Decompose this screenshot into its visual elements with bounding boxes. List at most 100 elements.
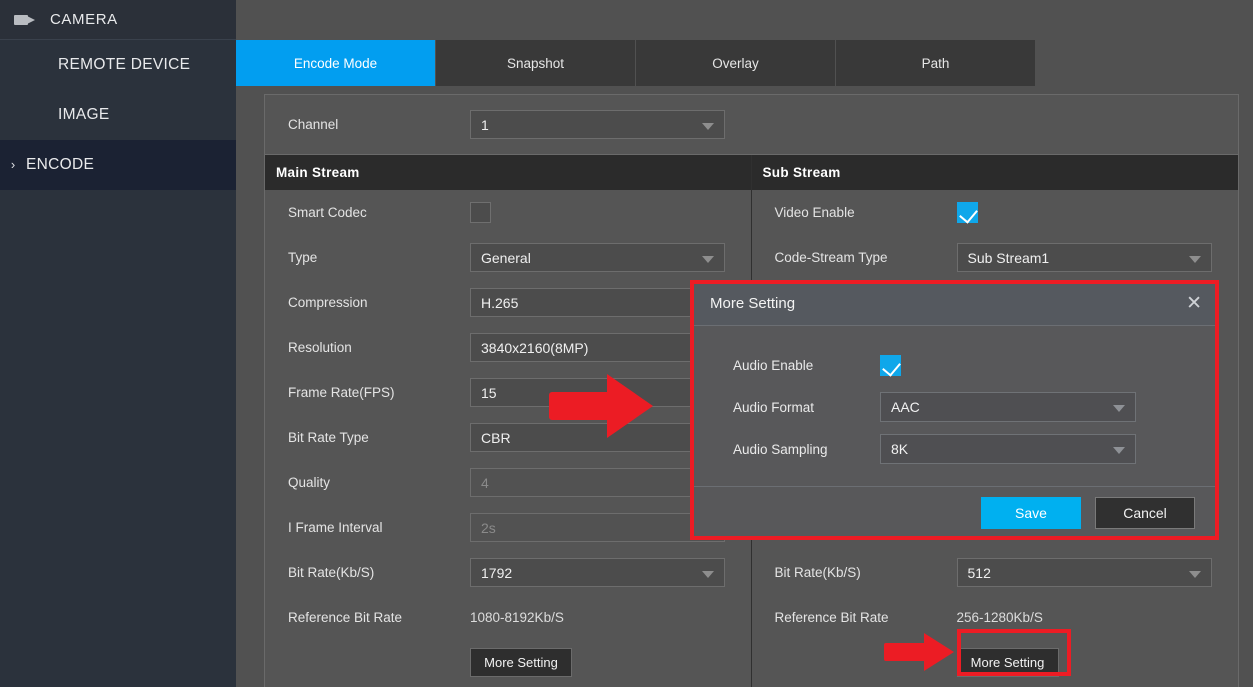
bit-rate-select[interactable]: 1792 xyxy=(470,558,725,587)
encode-settings-screen: CAMERA REMOTE DEVICE IMAGE › ENCODE Enco… xyxy=(0,0,1253,687)
sub-reference-bit-rate-value: 256-1280Kb/S xyxy=(956,609,1043,625)
bit-rate-label: Bit Rate(Kb/S) xyxy=(288,565,375,580)
sidebar-menu: REMOTE DEVICE IMAGE › ENCODE xyxy=(0,40,236,190)
quality-row: Quality 4 xyxy=(265,460,751,505)
main-more-setting-row: More Setting xyxy=(265,640,751,685)
sub-bit-rate-select[interactable]: 512 xyxy=(956,558,1212,587)
reference-bit-rate-label: Reference Bit Rate xyxy=(288,610,403,625)
button-label: More Setting xyxy=(484,655,558,670)
video-enable-checkbox[interactable] xyxy=(956,202,978,223)
tab-label: Snapshot xyxy=(506,55,565,71)
iframe-interval-label: I Frame Interval xyxy=(288,520,383,535)
tab-encode-mode[interactable]: Encode Mode xyxy=(236,40,436,86)
compression-select[interactable]: H.265 xyxy=(470,288,725,317)
bit-rate-value: 1792 xyxy=(481,564,513,581)
code-stream-type-select[interactable]: Sub Stream1 xyxy=(956,243,1212,272)
sidebar-item-label: ENCODE xyxy=(26,155,95,173)
sidebar-item-label: REMOTE DEVICE xyxy=(58,55,191,73)
channel-label: Channel xyxy=(288,117,339,132)
audio-format-label: Audio Format xyxy=(733,399,815,415)
smart-codec-checkbox[interactable] xyxy=(470,202,491,223)
sidebar-header: CAMERA xyxy=(0,0,236,40)
sub-stream-header: Sub Stream xyxy=(751,155,1238,190)
sub-stream-more-setting-button[interactable]: More Setting xyxy=(956,648,1059,677)
tab-label: Path xyxy=(921,55,950,71)
channel-row: Channel 1 xyxy=(265,95,1238,155)
main-stream-header: Main Stream xyxy=(265,155,751,190)
tab-overlay[interactable]: Overlay xyxy=(636,40,836,86)
smart-codec-row: Smart Codec xyxy=(265,190,751,235)
compression-row: Compression H.265 xyxy=(265,280,751,325)
audio-format-select[interactable]: AAC xyxy=(880,392,1136,422)
tab-snapshot[interactable]: Snapshot xyxy=(436,40,636,86)
iframe-interval-row: I Frame Interval 2s xyxy=(265,505,751,550)
reference-bit-rate-value: 1080-8192Kb/S xyxy=(470,609,564,625)
sub-reference-bit-rate-row: Reference Bit Rate 256-1280Kb/S xyxy=(752,595,1239,640)
sidebar-item-label: IMAGE xyxy=(58,105,110,123)
chevron-down-icon xyxy=(1188,256,1201,263)
audio-format-value: AAC xyxy=(891,399,920,415)
dialog-footer: Save Cancel xyxy=(692,486,1217,538)
tab-bar: Encode Mode Snapshot Overlay Path xyxy=(236,40,1253,86)
audio-sampling-value: 8K xyxy=(891,441,909,457)
sidebar-item-image[interactable]: IMAGE xyxy=(0,90,236,140)
more-setting-dialog: More Setting ✕ Audio Enable Audio Format… xyxy=(691,281,1218,539)
audio-enable-checkbox[interactable] xyxy=(880,354,901,376)
compression-value: H.265 xyxy=(481,294,519,311)
bit-rate-type-select[interactable]: CBR xyxy=(470,423,725,452)
resolution-row: Resolution 3840x2160(8MP) xyxy=(265,325,751,370)
video-enable-row: Video Enable xyxy=(752,190,1239,235)
close-icon[interactable]: ✕ xyxy=(1186,294,1202,313)
chevron-down-icon xyxy=(1188,571,1201,578)
chevron-down-icon xyxy=(702,256,714,263)
audio-enable-label: Audio Enable xyxy=(733,357,814,373)
quality-label: Quality xyxy=(288,475,331,490)
tab-path[interactable]: Path xyxy=(836,40,1036,86)
chevron-down-icon xyxy=(1113,447,1125,454)
channel-value: 1 xyxy=(481,116,489,133)
chevron-down-icon xyxy=(702,123,714,130)
audio-sampling-row: Audio Sampling 8K xyxy=(692,428,1217,470)
frame-rate-select[interactable]: 15 xyxy=(470,378,725,407)
bit-rate-row: Bit Rate(Kb/S) 1792 xyxy=(265,550,751,595)
sub-reference-bit-rate-label: Reference Bit Rate xyxy=(774,610,889,625)
cancel-button[interactable]: Cancel xyxy=(1095,496,1195,529)
quality-value: 4 xyxy=(481,474,489,491)
type-label: Type xyxy=(288,250,318,265)
compression-label: Compression xyxy=(288,295,368,310)
button-label: Save xyxy=(1015,504,1047,521)
iframe-interval-value: 2s xyxy=(481,519,496,536)
frame-rate-row: Frame Rate(FPS) 15 xyxy=(265,370,751,415)
save-button[interactable]: Save xyxy=(981,496,1081,529)
resolution-select[interactable]: 3840x2160(8MP) xyxy=(470,333,725,362)
sub-bit-rate-label: Bit Rate(Kb/S) xyxy=(774,565,861,580)
resolution-value: 3840x2160(8MP) xyxy=(481,339,589,356)
bit-rate-type-row: Bit Rate Type CBR xyxy=(265,415,751,460)
chevron-right-icon: › xyxy=(10,157,16,172)
sidebar-item-encode[interactable]: › ENCODE xyxy=(0,140,236,190)
main-stream-column: Main Stream Smart Codec Type General Com… xyxy=(265,155,752,687)
type-value: General xyxy=(481,249,531,266)
sub-bit-rate-row: Bit Rate(Kb/S) 512 xyxy=(752,550,1239,595)
iframe-interval-input: 2s xyxy=(470,513,725,542)
frame-rate-value: 15 xyxy=(481,384,497,401)
bit-rate-type-value: CBR xyxy=(481,429,511,446)
resolution-label: Resolution xyxy=(288,340,352,355)
button-label: More Setting xyxy=(970,655,1045,670)
type-row: Type General xyxy=(265,235,751,280)
bit-rate-type-label: Bit Rate Type xyxy=(288,430,369,445)
sidebar-item-remote-device[interactable]: REMOTE DEVICE xyxy=(0,40,236,90)
dialog-body: Audio Enable Audio Format AAC Audio Samp… xyxy=(692,326,1217,486)
sidebar: CAMERA REMOTE DEVICE IMAGE › ENCODE xyxy=(0,0,236,687)
tab-label: Overlay xyxy=(712,55,759,71)
audio-sampling-select[interactable]: 8K xyxy=(880,434,1136,464)
dialog-header: More Setting ✕ xyxy=(692,282,1217,326)
quality-select: 4 xyxy=(470,468,725,497)
audio-enable-row: Audio Enable xyxy=(692,344,1217,386)
channel-select[interactable]: 1 xyxy=(470,110,725,139)
main-stream-more-setting-button[interactable]: More Setting xyxy=(470,648,572,677)
chevron-down-icon xyxy=(702,571,714,578)
type-select[interactable]: General xyxy=(470,243,725,272)
tab-label: Encode Mode xyxy=(293,55,378,71)
video-camera-icon xyxy=(14,13,36,27)
